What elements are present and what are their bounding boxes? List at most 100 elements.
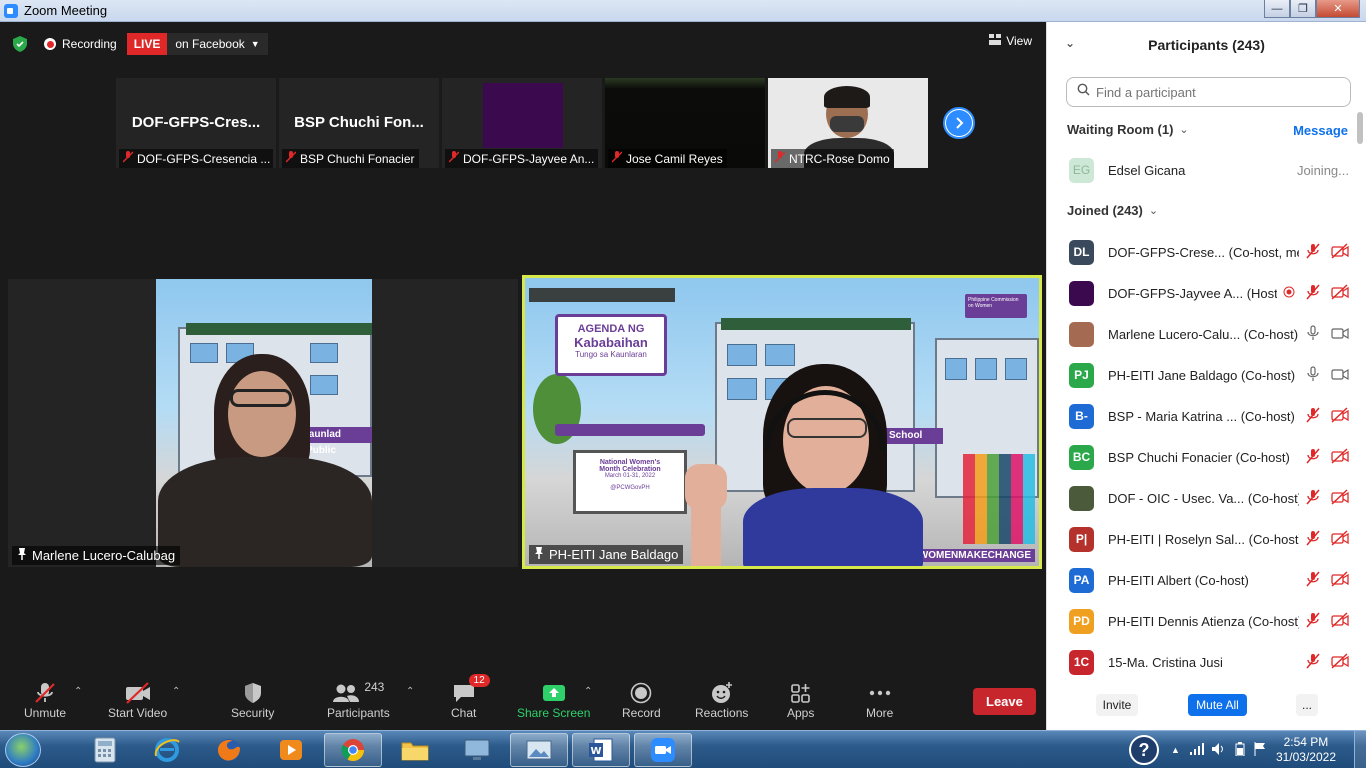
mic-muted-icon[interactable] [1305,653,1321,672]
participant-name: BSP - Maria Katrina ... (Co-host) [1108,408,1295,424]
leave-button[interactable]: Leave [973,688,1036,715]
thumbnail-tile[interactable]: Jose Camil Reyes [605,78,765,168]
taskbar-internet-explorer-icon[interactable] [138,733,196,767]
security-shield-icon [243,680,263,706]
flag-icon[interactable] [1254,741,1266,759]
mic-muted-icon[interactable] [1305,571,1321,590]
volume-icon[interactable] [1211,742,1226,758]
thumbnail-tile[interactable]: BSP Chuchi Fon... BSP Chuchi Fonacier [279,78,439,168]
participant-row[interactable]: PJ PH-EITI Jane Baldago (Co-host) [1069,361,1349,389]
joined-header[interactable]: Joined (243) ⌄ [1067,203,1158,218]
share-options-caret[interactable]: ⌃ [584,686,592,697]
recording-indicator[interactable]: Recording [44,37,117,51]
thumbnail-name-label: NTRC-Rose Domo [771,149,894,168]
mic-icon[interactable] [1305,365,1321,385]
participant-row[interactable]: PD PH-EITI Dennis Atienza (Co-host) [1069,607,1349,635]
show-desktop-button[interactable] [1354,731,1366,768]
maximize-button[interactable]: ❐ [1290,0,1316,18]
chat-button[interactable]: 12 Chat [451,674,490,720]
participant-row[interactable]: DOF - OIC - Usec. Va... (Co-host) [1069,484,1349,512]
video-off-icon[interactable] [1331,611,1349,631]
video-off-icon[interactable] [1331,242,1349,262]
mic-muted-icon[interactable] [1305,284,1321,303]
taskbar-calculator-icon[interactable] [76,733,134,767]
unmute-button[interactable]: Unmute [24,680,66,720]
taskbar-media-player-icon[interactable] [262,733,320,767]
taskbar-file-explorer-icon[interactable] [386,733,444,767]
message-waiting-room-link[interactable]: Message [1293,123,1348,138]
mic-icon[interactable] [1305,324,1321,344]
video-off-icon[interactable] [1331,488,1349,508]
video-icon[interactable] [1331,325,1349,344]
video-options-caret[interactable]: ⌃ [172,686,180,697]
mic-muted-icon[interactable] [1305,243,1321,262]
video-off-icon[interactable] [1331,529,1349,549]
participants-button[interactable]: 243 Participants [327,680,390,720]
video-off-icon[interactable] [1331,447,1349,467]
mic-muted-icon[interactable] [1305,530,1321,549]
taskbar-firefox-icon[interactable] [200,733,258,767]
help-icon[interactable]: ? [1129,735,1160,765]
participant-row[interactable]: DOF-GFPS-Jayvee A... (Host) [1069,279,1349,307]
tray-expand-icon[interactable]: ▲ [1171,745,1180,755]
start-button[interactable] [5,733,41,767]
participant-row[interactable]: PA PH-EITI Albert (Co-host) [1069,566,1349,594]
video-off-icon[interactable] [1331,570,1349,590]
minimize-button[interactable]: — [1264,0,1290,18]
thumbnail-tile[interactable]: NTRC-Rose Domo [768,78,928,168]
taskbar-chrome-icon[interactable] [324,733,382,767]
video-tile-marlene[interactable]: launlad Public Marlene Lucero-Calubag [8,279,518,567]
encryption-shield-icon[interactable] [12,35,28,53]
taskbar-zoom-icon[interactable] [634,733,692,767]
security-button[interactable]: Security [231,680,274,720]
participant-row[interactable]: P| PH-EITI | Roselyn Sal... (Co-host) [1069,525,1349,553]
mic-muted-icon[interactable] [1305,448,1321,467]
waiting-room-header[interactable]: Waiting Room (1) ⌄ [1067,122,1189,137]
participant-row[interactable]: Marlene Lucero-Calu... (Co-host) [1069,320,1349,348]
participants-options-caret[interactable]: ⌃ [406,686,414,697]
participant-search-input[interactable] [1096,84,1336,100]
participant-row[interactable]: DL DOF-GFPS-Crese... (Co-host, me) [1069,238,1349,266]
collapse-chevron-icon[interactable]: ⌄ [1065,36,1075,50]
next-page-arrow-button[interactable] [943,107,975,139]
participant-row[interactable]: 1C 15-Ma. Cristina Jusi [1069,648,1349,676]
more-button[interactable]: More [866,680,893,720]
participant-row[interactable]: B- BSP - Maria Katrina ... (Co-host) [1069,402,1349,430]
video-off-icon[interactable] [1331,283,1349,303]
participant-row[interactable]: BC BSP Chuchi Fonacier (Co-host) [1069,443,1349,471]
thumbnail-name-label: Jose Camil Reyes [608,149,727,168]
video-off-icon[interactable] [1331,406,1349,426]
taskbar-photos-icon[interactable] [510,733,568,767]
start-video-button[interactable]: Start Video [108,680,167,720]
reactions-button[interactable]: Reactions [695,680,748,720]
system-clock[interactable]: 2:54 PM 31/03/2022 [1276,735,1336,765]
thumbnail-tile[interactable]: DOF-GFPS-Cres... DOF-GFPS-Cresencia ... [116,78,276,168]
invite-button[interactable]: Invite [1096,694,1138,716]
live-badge[interactable]: LIVE [126,33,168,55]
view-button[interactable]: View [989,34,1032,48]
audio-options-caret[interactable]: ⌃ [74,686,82,697]
taskbar-remote-desktop-icon[interactable] [448,733,506,767]
apps-button[interactable]: Apps [787,680,814,720]
mic-muted-icon[interactable] [1305,489,1321,508]
thumbnail-tile[interactable]: DOF-GFPS-Jayvee An... [442,78,602,168]
taskbar-word-icon[interactable]: W [572,733,630,767]
signal-icon[interactable] [1189,742,1204,758]
video-tile-jane-active-speaker[interactable]: School AGENDA NG Kababaihan Tungo sa Kau… [522,275,1042,569]
live-destination-dropdown[interactable]: on Facebook ▼ [167,33,268,55]
reactions-label: Reactions [695,706,749,720]
waiting-participant-row[interactable]: EG Edsel Gicana Joining... [1069,156,1349,184]
panel-scrollbar[interactable] [1357,112,1363,144]
close-button[interactable]: ✕ [1316,0,1360,18]
mute-all-button[interactable]: Mute All [1188,694,1247,716]
video-icon[interactable] [1331,366,1349,385]
mic-muted-icon[interactable] [1305,612,1321,631]
participant-search-box[interactable] [1066,77,1351,107]
share-screen-button[interactable]: Share Screen [517,680,590,720]
record-button[interactable]: Record [622,680,661,720]
video-off-icon[interactable] [1331,652,1349,672]
more-options-button[interactable]: ... [1296,694,1318,716]
mic-muted-icon[interactable] [1305,407,1321,426]
battery-icon[interactable] [1234,741,1246,759]
participants-panel-footer: Invite Mute All ... [1047,682,1366,730]
